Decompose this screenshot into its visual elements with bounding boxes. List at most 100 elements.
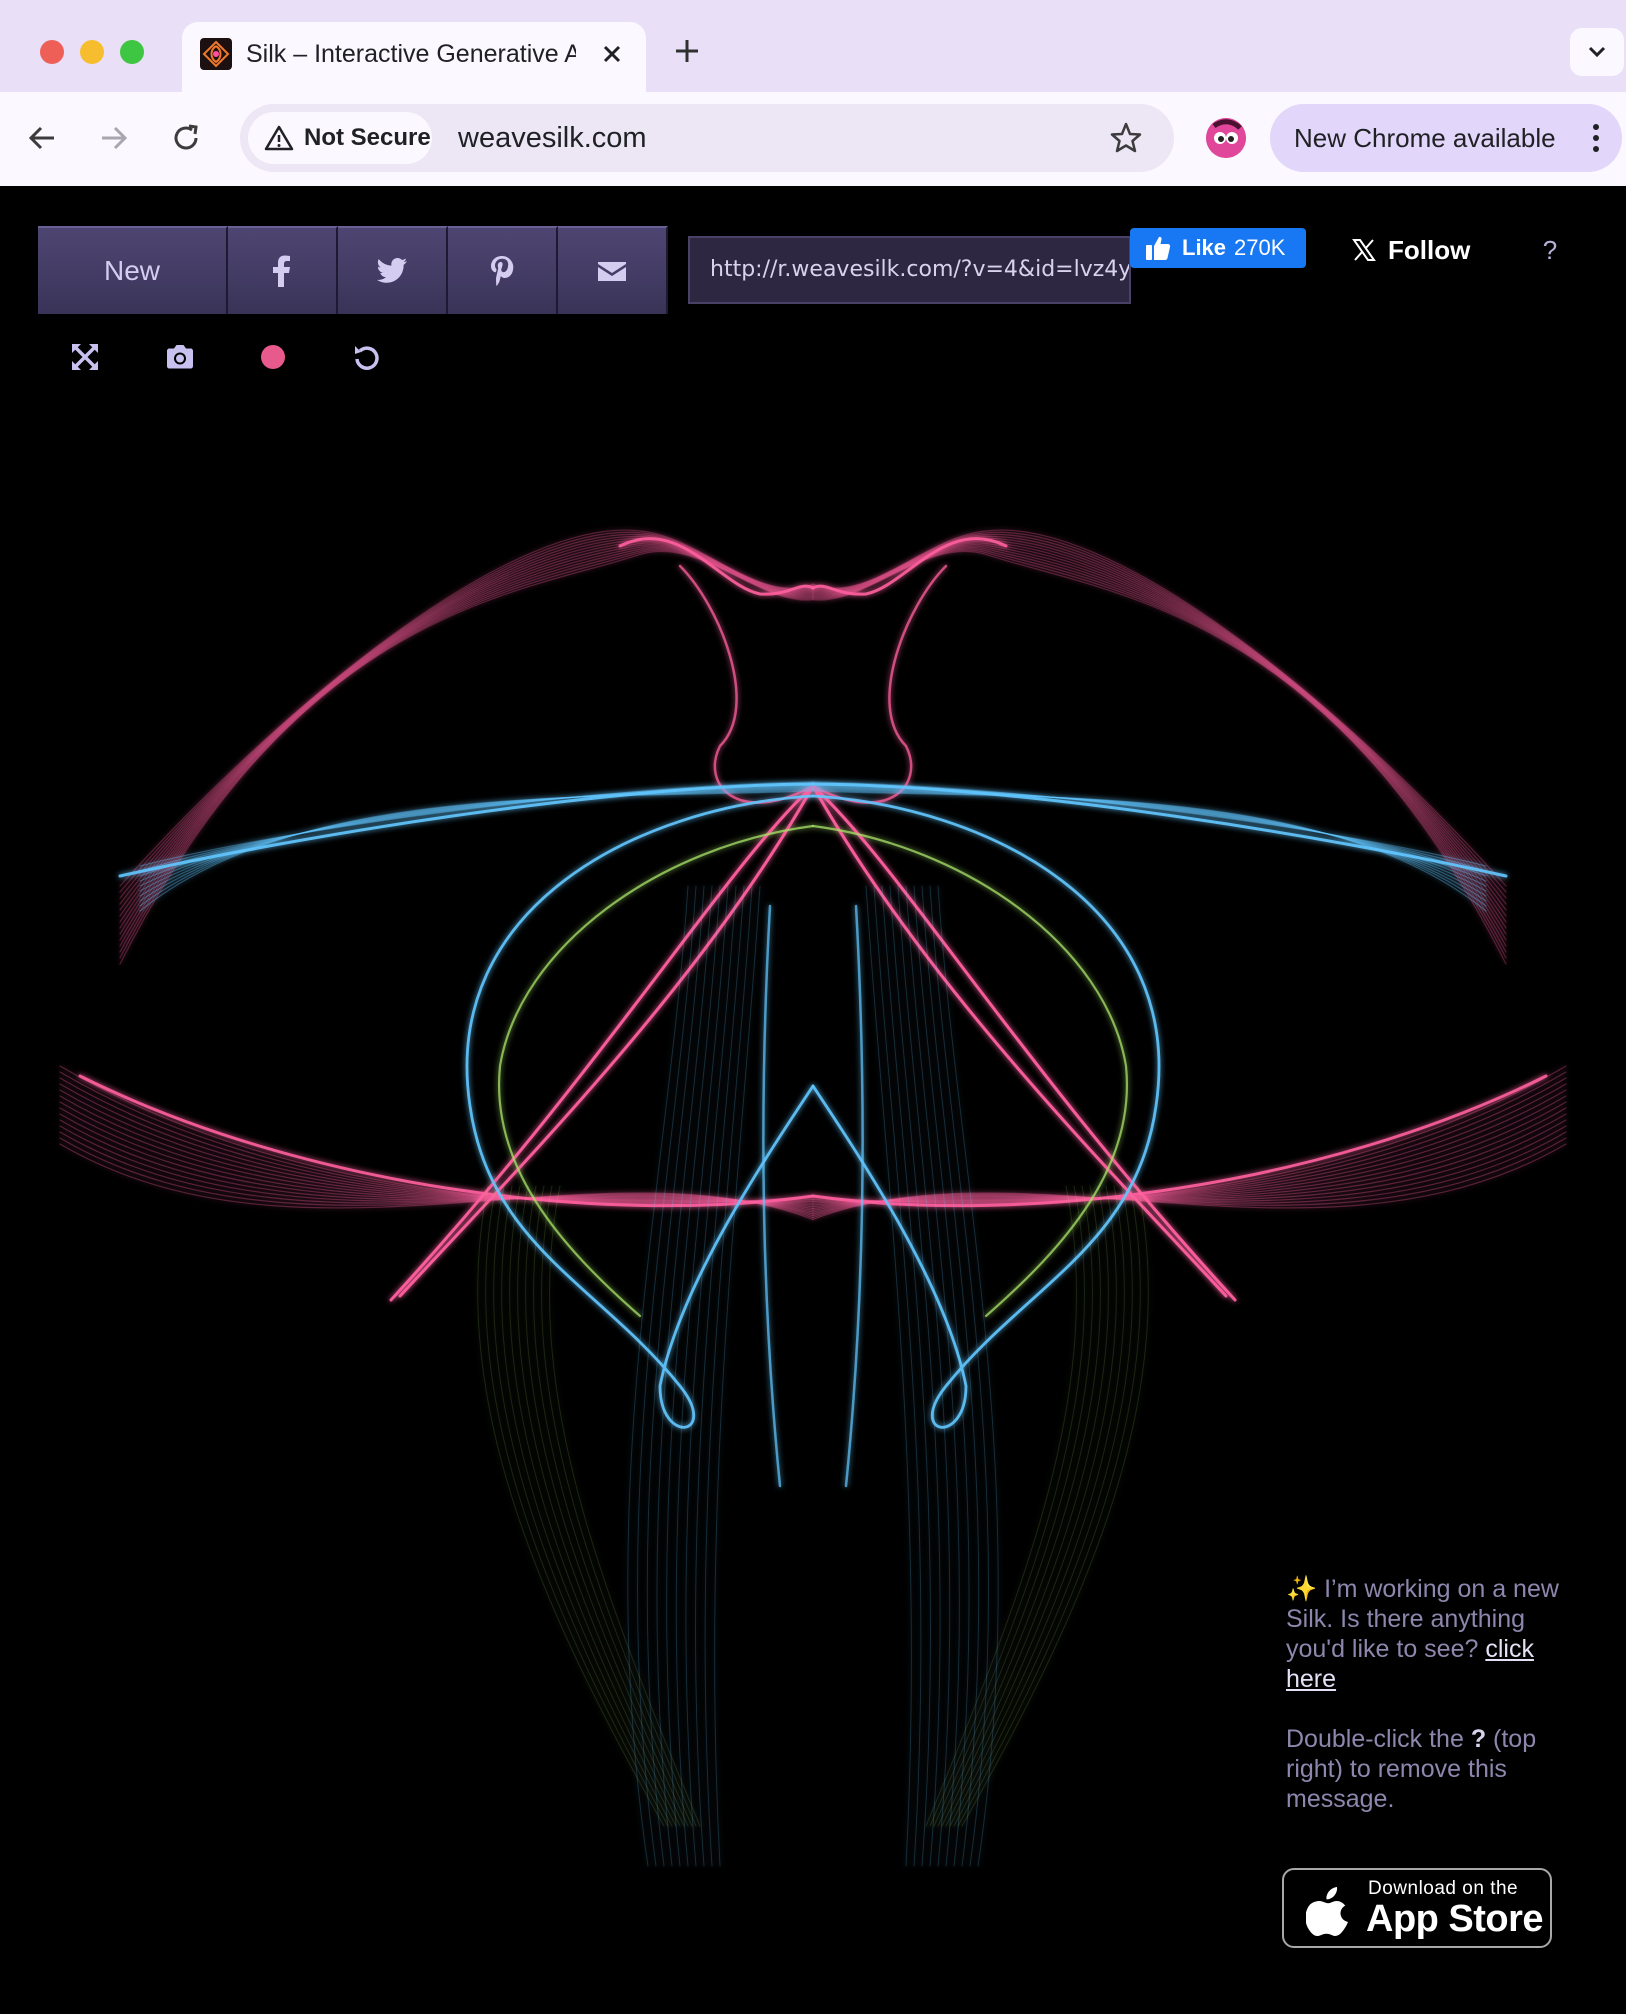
silk-strand xyxy=(685,885,737,1867)
undo-icon[interactable] xyxy=(352,342,382,372)
app-store-badge[interactable]: Download on the App Store xyxy=(1282,1868,1552,1948)
active-tab[interactable]: Silk – Interactive Generative Art xyxy=(182,22,646,92)
new-tab-icon[interactable] xyxy=(670,34,704,68)
silk-strand xyxy=(119,549,814,959)
silk-strand xyxy=(678,564,815,804)
forward-arrow-icon[interactable] xyxy=(96,120,132,156)
dismiss-hint: Double-click the ? (top right) to remove… xyxy=(1286,1724,1576,1814)
silk-strand xyxy=(119,550,814,965)
pinterest-icon xyxy=(491,256,514,286)
site-security-chip[interactable]: Not Secure xyxy=(248,112,432,164)
silk-strand xyxy=(762,904,782,1488)
maximize-window-button[interactable] xyxy=(120,40,144,64)
silk-strand xyxy=(78,1074,815,1208)
silk-strand xyxy=(811,784,1237,1302)
silk-strand xyxy=(139,782,814,872)
silk-strand xyxy=(812,1071,1567,1204)
chrome-update-button[interactable]: New Chrome available xyxy=(1270,104,1622,172)
silk-strand xyxy=(59,1071,814,1204)
silk-strand xyxy=(812,786,1487,892)
appstore-small-label: Download on the xyxy=(1368,1878,1519,1899)
silk-strand xyxy=(477,1185,665,1827)
silk-strand xyxy=(953,1185,1133,1827)
share-facebook-button[interactable] xyxy=(228,226,338,314)
help-button[interactable]: ? xyxy=(1538,230,1562,270)
tab-search-button[interactable] xyxy=(1570,28,1624,76)
warning-triangle-icon xyxy=(264,124,294,152)
share-twitter-button[interactable] xyxy=(338,226,448,314)
silk-strand xyxy=(811,564,948,804)
facebook-like-button[interactable]: Like 270K xyxy=(1130,228,1306,268)
silk-strand xyxy=(704,885,753,1867)
camera-icon[interactable] xyxy=(164,342,194,372)
silk-strand xyxy=(517,1185,685,1827)
share-email-button[interactable] xyxy=(558,226,668,314)
silk-strand xyxy=(812,529,1507,887)
silk-strand xyxy=(812,783,1487,877)
x-logo-icon xyxy=(1352,238,1376,262)
announcement-paragraph: ✨ I’m working on a new Silk. Is there an… xyxy=(1286,1574,1576,1694)
twitter-icon xyxy=(377,258,407,283)
silk-strand xyxy=(873,885,922,1867)
silk-strand xyxy=(139,785,814,887)
silk-strand xyxy=(812,549,1507,959)
profile-avatar[interactable] xyxy=(1206,118,1246,158)
dismiss-hint-text-a: Double-click the xyxy=(1286,1725,1471,1753)
x-follow-button[interactable]: Follow xyxy=(1350,230,1510,270)
silk-strand xyxy=(897,885,951,1867)
tab-title: Silk – Interactive Generative Art xyxy=(246,40,576,68)
silk-page: New http://r.weavesilk.com/?v=4&id=lvz4y… xyxy=(0,186,1626,2014)
like-count: 270K xyxy=(1234,235,1286,260)
silk-strand xyxy=(812,784,1487,882)
silk-strand xyxy=(139,784,814,882)
silk-strand xyxy=(119,533,814,899)
silk-toolbar: New xyxy=(38,226,668,314)
silk-strand xyxy=(865,885,912,1867)
share-url-field[interactable]: http://r.weavesilk.com/?v=4&id=lvz4yno xyxy=(688,236,1131,304)
close-window-button[interactable] xyxy=(40,40,64,64)
silk-strand xyxy=(812,1143,1567,1220)
silk-strand xyxy=(812,785,1487,887)
share-pinterest-button[interactable] xyxy=(448,226,558,314)
appstore-big-label: App Store xyxy=(1366,1898,1544,1940)
silk-strand xyxy=(675,885,729,1867)
update-label: New Chrome available xyxy=(1294,123,1556,153)
silk-strand xyxy=(811,1074,1548,1208)
bookmark-star-icon[interactable] xyxy=(1108,120,1144,156)
silk-strand xyxy=(812,533,1507,899)
silk-strand xyxy=(714,885,761,1867)
silk-strand xyxy=(812,1077,1567,1203)
fullscreen-icon[interactable] xyxy=(70,342,100,372)
back-arrow-icon[interactable] xyxy=(24,120,60,156)
silk-strand xyxy=(139,783,814,877)
facebook-icon xyxy=(273,255,290,287)
silk-strand xyxy=(889,885,941,1867)
apple-logo-icon xyxy=(1305,1884,1352,1936)
silk-strand xyxy=(941,1185,1109,1827)
silk-strand xyxy=(957,1185,1141,1827)
more-options-icon[interactable] xyxy=(1586,118,1606,158)
silk-strand xyxy=(59,1065,814,1205)
silk-strand xyxy=(509,1185,681,1827)
follow-label: Follow xyxy=(1388,235,1471,265)
silk-strand xyxy=(812,782,1487,872)
silk-strand xyxy=(844,904,864,1488)
browser-chrome: Silk – Interactive Generative Art Not Se… xyxy=(0,0,1626,186)
reload-icon[interactable] xyxy=(168,120,204,156)
new-drawing-button[interactable]: New xyxy=(38,226,228,314)
email-icon xyxy=(598,262,626,281)
silk-strand xyxy=(485,1185,669,1827)
minimize-window-button[interactable] xyxy=(80,40,104,64)
silk-strand xyxy=(119,529,814,887)
security-label: Not Secure xyxy=(304,124,431,151)
close-tab-icon[interactable] xyxy=(598,40,626,68)
dismiss-hint-question: ? xyxy=(1470,1725,1487,1753)
url-text[interactable]: weavesilk.com xyxy=(458,104,647,172)
silk-favicon-icon xyxy=(200,38,232,70)
tab-strip: Silk – Interactive Generative Art xyxy=(0,0,1626,92)
address-bar[interactable]: Not Secure weavesilk.com xyxy=(240,104,1174,172)
silk-strand xyxy=(961,1185,1149,1827)
record-icon[interactable] xyxy=(258,342,288,372)
silk-strand xyxy=(812,1065,1567,1205)
silk-strand xyxy=(694,885,745,1867)
